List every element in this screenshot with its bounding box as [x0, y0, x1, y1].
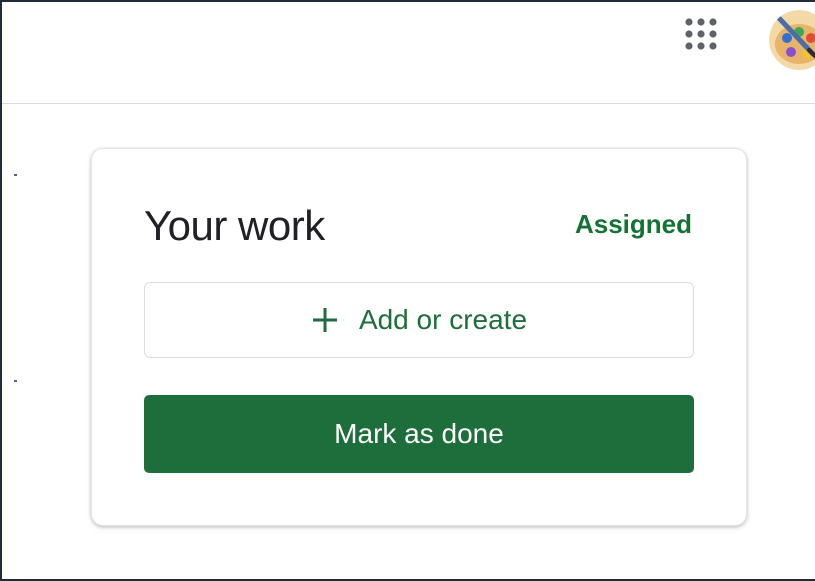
- plus-icon: [311, 306, 339, 334]
- add-or-create-label: Add or create: [358, 304, 528, 335]
- apps-grid-icon[interactable]: [683, 16, 719, 52]
- window-frame: Your work Assigned Add or create Mark as…: [0, 0, 815, 581]
- add-or-create-button[interactable]: Add or create: [144, 282, 694, 358]
- account-avatar[interactable]: [769, 10, 815, 70]
- edge-tick: [14, 380, 17, 382]
- edge-tick: [14, 174, 17, 176]
- card-title: Your work: [144, 202, 325, 249]
- status-label: Assigned: [574, 209, 692, 239]
- mark-as-done-button[interactable]: Mark as done: [144, 395, 694, 473]
- palette-avatar-icon: [769, 10, 815, 70]
- your-work-card: Your work Assigned Add or create Mark as…: [91, 148, 747, 526]
- top-app-bar: [2, 2, 815, 104]
- mark-as-done-label: Mark as done: [334, 418, 504, 449]
